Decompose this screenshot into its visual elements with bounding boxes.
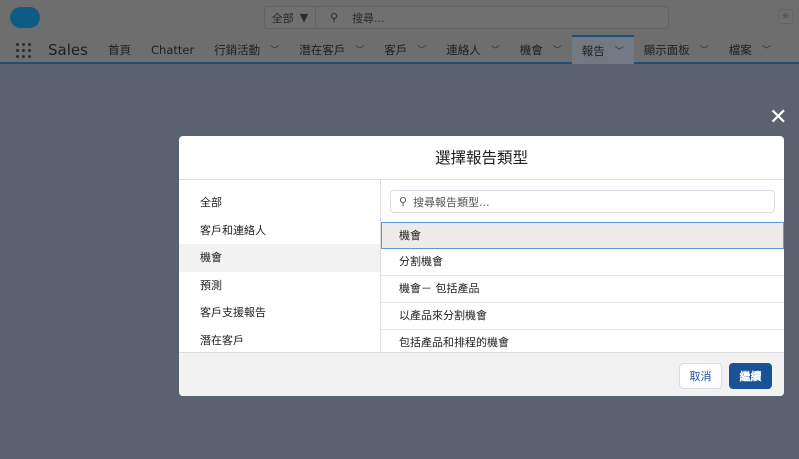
category-item[interactable]: 預測 [179, 272, 380, 300]
nav-tab[interactable]: 客戶 ﹀ [374, 35, 436, 64]
report-type-item[interactable]: 機會 [381, 222, 784, 249]
search-scope-dropdown[interactable]: 全部 ▼ [265, 7, 316, 28]
search-input[interactable]: 搜尋... [352, 10, 385, 26]
nav-tab-label: 潛在客戶 [299, 42, 346, 57]
global-header: 全部 ▼ ⚲ 搜尋... ★ [0, 0, 799, 35]
chevron-down-icon[interactable]: ﹀ [270, 43, 279, 56]
favorites-star-icon[interactable]: ★ [778, 9, 793, 24]
nav-tab-label: 機會 [519, 42, 543, 57]
nav-tab-label: 顯示面板 [643, 42, 690, 57]
category-item[interactable]: 潛在客戶 [179, 327, 380, 355]
report-type-item[interactable]: 以產品來分割機會 [381, 303, 784, 330]
nav-tab-label: Chatter [151, 42, 195, 57]
search-icon: ⚲ [330, 11, 339, 24]
caret-down-icon: ▼ [299, 11, 309, 24]
close-icon[interactable]: ✕ [769, 107, 787, 129]
nav-tab-label: 檔案 [728, 42, 752, 57]
category-list: 全部 客戶和連絡人 機會 預測 客戶支援報告 潛在客戶 [179, 180, 381, 352]
report-type-search-input[interactable]: 搜尋報告類型... [413, 194, 490, 210]
nav-tab-label: 客戶 [384, 42, 408, 57]
modal-title: 選擇報告類型 [179, 136, 784, 180]
chevron-down-icon[interactable]: ﹀ [762, 43, 771, 56]
select-report-type-modal: 選擇報告類型 全部 客戶和連絡人 機會 預測 客戶支援報告 潛在客戶 ⚲ 搜尋報告類型...… [179, 136, 784, 396]
salesforce-logo[interactable] [10, 7, 40, 28]
nav-tab-label: 連絡人 [446, 42, 481, 57]
category-item[interactable]: 機會 [179, 244, 380, 272]
report-type-search[interactable]: ⚲ 搜尋報告類型... [390, 190, 775, 213]
nav-tab[interactable]: 連絡人 ﹀ [436, 35, 510, 64]
chevron-down-icon[interactable]: ﹀ [615, 44, 624, 57]
nav-tab[interactable]: 顯示面板 ﹀ [634, 35, 719, 64]
category-item[interactable]: 客戶和連絡人 [179, 217, 380, 245]
modal-footer: 取消 繼續 [179, 352, 784, 396]
app-name: Sales [48, 41, 88, 59]
chevron-down-icon[interactable]: ﹀ [491, 43, 500, 56]
nav-tab[interactable]: 報告 ﹀ [571, 35, 634, 64]
chevron-down-icon[interactable]: ﹀ [417, 43, 426, 56]
report-type-list: 機會 分割機會 機會－ 包括產品 以產品來分割機會 包括產品和排程的機會 [381, 222, 784, 357]
category-item[interactable]: 客戶支援報告 [179, 299, 380, 327]
nav-tab[interactable]: 行銷活動 ﹀ [204, 35, 289, 64]
nav-tab[interactable]: 檔案 ﹀ [719, 35, 781, 64]
category-item[interactable]: 全部 [179, 189, 380, 217]
app-launcher-icon[interactable] [16, 43, 31, 58]
report-type-item[interactable]: 分割機會 [381, 249, 784, 276]
nav-tab[interactable]: 機會 ﹀ [510, 35, 572, 64]
chevron-down-icon[interactable]: ﹀ [553, 43, 562, 56]
nav-tab-label: 首頁 [108, 42, 131, 57]
continue-button[interactable]: 繼續 [729, 363, 772, 389]
nav-tab[interactable]: Chatter [141, 35, 204, 64]
nav-tab-label: 報告 [581, 43, 605, 58]
report-type-item[interactable]: 機會－ 包括產品 [381, 276, 784, 303]
cancel-button[interactable]: 取消 [679, 363, 722, 389]
nav-bar: Sales 首頁 Chatter 行銷活動 ﹀ 潛在客戶 ﹀ 客戶 ﹀ 連絡人 ﹀ 機會 ﹀ 報告 ﹀ 顯示… [0, 35, 799, 64]
nav-tab[interactable]: 潛在客戶 ﹀ [289, 35, 374, 64]
search-icon: ⚲ [399, 195, 408, 208]
nav-tab-label: 行銷活動 [214, 42, 261, 57]
global-search[interactable]: 全部 ▼ ⚲ 搜尋... [264, 6, 669, 29]
chevron-down-icon[interactable]: ﹀ [700, 43, 709, 56]
nav-tab[interactable]: 首頁 [98, 35, 141, 64]
chevron-down-icon[interactable]: ﹀ [355, 43, 364, 56]
